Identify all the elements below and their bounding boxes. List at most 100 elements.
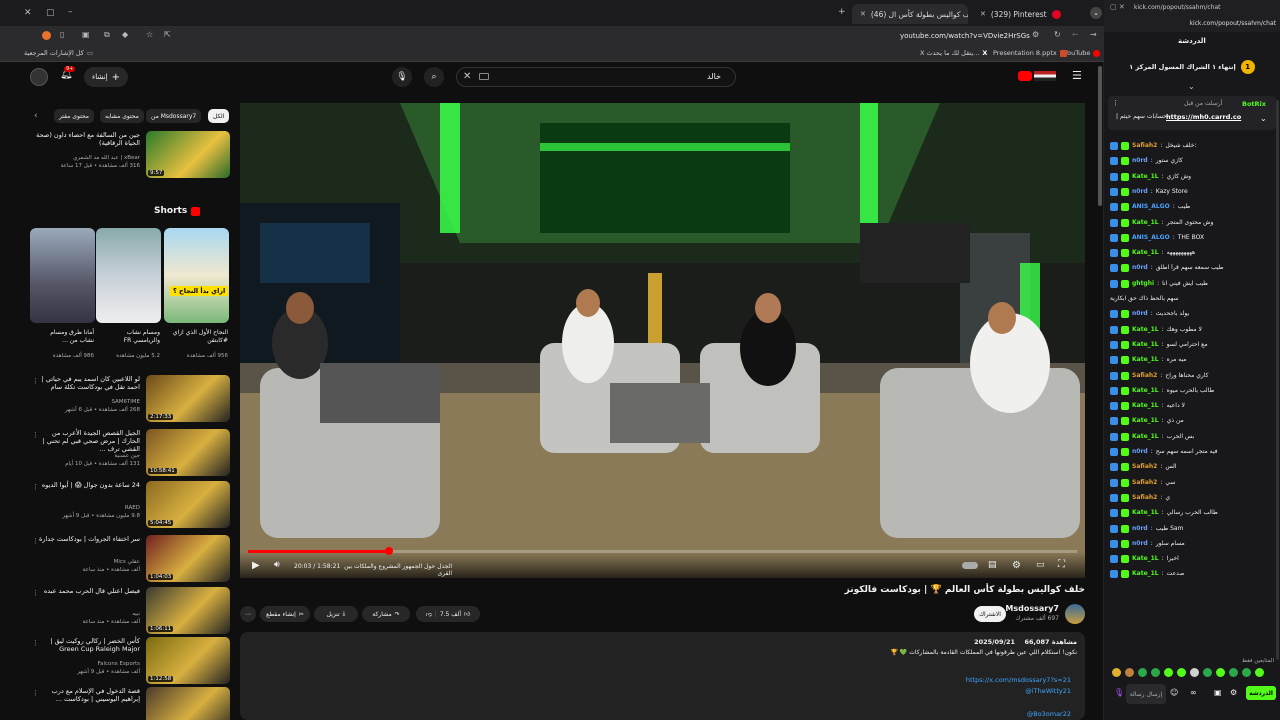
microphone-icon[interactable]: 🎙︎ [1114, 688, 1124, 697]
chip-similar-alt[interactable]: محتوى مقتر [54, 109, 94, 123]
video-thumbnail[interactable]: 1:04:03 [146, 535, 230, 582]
chevron-down-icon[interactable]: ⌄ [1260, 114, 1267, 123]
shields-icon[interactable]: ◆ [122, 30, 128, 39]
video-thumbnail[interactable]: 5:04:45 [146, 481, 230, 528]
chat-message[interactable]: Kate_1L: لا مطوب وهك [1110, 326, 1274, 334]
chat-message[interactable]: Kate_1L: ميه مره [1110, 356, 1274, 364]
more-actions-button[interactable]: ⋯ [240, 606, 256, 622]
chat-message[interactable]: n0rd: مسام سلور [1110, 540, 1274, 548]
more-icon[interactable]: ⋮ [32, 537, 39, 545]
tab-youtube[interactable]: ✕ (46) خلف كواليس بطولة كأس ال [852, 4, 968, 24]
related-video[interactable]: 5:04:45 24 ساعة بدون جوال 😱 | أيوا الديوه… [30, 481, 230, 531]
emote-icon[interactable] [1242, 668, 1251, 677]
channel-name[interactable]: xBear | عبد الله مد الشمري [32, 155, 140, 161]
chat-username[interactable]: Kate_1L [1132, 173, 1159, 181]
theater-icon[interactable]: ▭ [1036, 560, 1045, 570]
chat-message[interactable]: Kate_1L: مع احترامي لسو [1110, 341, 1274, 349]
more-icon[interactable]: ⋮ [32, 377, 39, 385]
autoplay-toggle[interactable] [962, 562, 978, 569]
bookmark-star-icon[interactable]: ☆ [146, 30, 153, 39]
restore-icon[interactable]: ▢ [46, 8, 55, 18]
emote-icon[interactable] [1216, 668, 1225, 677]
chevron-down-icon[interactable]: ⌄ [1188, 82, 1195, 91]
tune-icon[interactable]: ⚙ [1032, 30, 1039, 39]
chat-username[interactable]: Kate_1L [1132, 509, 1159, 517]
emoji-icon[interactable]: ☺ [1170, 688, 1178, 697]
link-icon[interactable]: ∞ [1190, 688, 1197, 697]
tab-close-icon[interactable]: ✕ [860, 10, 866, 18]
short-thumbnail[interactable] [96, 228, 161, 323]
volume-icon[interactable]: 🔊︎ [274, 560, 280, 570]
clip-button[interactable]: إنشاء مقطع ✂ [260, 606, 310, 622]
chat-message[interactable]: Kate_1L: هههههههههه [1110, 249, 1274, 257]
search-button[interactable]: ⌕ [424, 67, 444, 87]
channel-name[interactable]: جين عسنية [32, 453, 140, 459]
chat-username[interactable]: n0rd [1132, 448, 1148, 456]
video-thumbnail[interactable]: 2:17:33 [146, 375, 230, 422]
clear-search-icon[interactable]: ✕ [463, 71, 471, 82]
description-link[interactable]: @Bo3omar22 [1027, 710, 1071, 718]
share-button[interactable]: مشاركة ↷ [362, 606, 410, 622]
video-title[interactable]: قصة الدخول في الإسلام مع درب إبراهيم الب… [32, 687, 140, 703]
minimize-icon[interactable]: – [68, 7, 73, 17]
tab-search-icon[interactable]: ⌄ [1090, 7, 1102, 19]
video-title[interactable]: الجيل القصص الجيدة الأعرب من الحارك | مر… [32, 429, 140, 453]
window-controls-icon[interactable]: ▢ ✕ [1110, 3, 1125, 11]
bookmark-all[interactable]: كل الإشارات المرجعية ▭ [24, 49, 93, 57]
chat-username[interactable]: Kate_1L [1132, 249, 1159, 257]
emote-icon[interactable] [1164, 668, 1173, 677]
chat-message[interactable]: Kate_1L: وش محتوى المتجر [1110, 219, 1274, 227]
chat-input[interactable]: إرسال رسالة [1126, 684, 1166, 704]
chat-username[interactable]: Safiah2 [1132, 463, 1157, 471]
chat-message[interactable]: Kate_1L: اخيرا [1110, 555, 1274, 563]
chat-message[interactable]: n0rd: يولد باجحديث [1110, 310, 1274, 318]
chat-username[interactable]: Kate_1L [1132, 555, 1159, 563]
emote-icon[interactable] [1125, 668, 1134, 677]
video-thumbnail[interactable]: 1:06:11 [146, 587, 230, 634]
url-text[interactable]: youtube.com/watch?v=VDvie2HrSGs [900, 32, 1030, 40]
related-video[interactable]: 2:17:33 لو اللاعبين كان اسمد يبم في حياتي… [30, 375, 230, 425]
gift-icon[interactable]: ▣ [1214, 688, 1222, 697]
chat-username[interactable]: n0rd [1132, 264, 1148, 272]
chat-scrollbar[interactable] [1276, 100, 1279, 660]
channel-name[interactable]: عقلي Mics [32, 559, 140, 565]
video-title[interactable]: جين من السالفة مع احصاء داون (صحة الحياة… [32, 131, 140, 147]
chat-username[interactable]: ANIS_ALGO [1132, 203, 1170, 211]
subscribe-button[interactable]: الاشتراك [974, 606, 1006, 622]
chat-message[interactable]: Kate_1L: طالب الحرب رسالي [1110, 509, 1274, 517]
channel-avatar[interactable] [1065, 604, 1085, 624]
chat-username[interactable]: Kate_1L [1132, 356, 1159, 364]
like-icon[interactable]: 👍︎ [464, 610, 470, 618]
play-icon[interactable]: ▶ [252, 560, 260, 571]
like-count[interactable]: 7.5 ألف [440, 611, 461, 618]
chat-username[interactable]: Kate_1L [1132, 326, 1159, 334]
related-video[interactable]: 10:58:41 الجيل القصص الجيدة الأعرب من الح… [30, 429, 230, 479]
chat-username[interactable]: ANIS_ALGO [1132, 234, 1170, 242]
chat-username[interactable]: Kate_1L [1132, 219, 1159, 227]
pinned-goal[interactable]: إنتهاء ١ الشراك المسول المركز ١ 1 [1108, 54, 1276, 80]
short-title[interactable]: أمانا طرق ومسام نشاب من ... [34, 329, 94, 345]
chat-message[interactable]: سهم بالحظ ذاك حق ابكارية [1110, 295, 1274, 303]
chat-message[interactable]: n0rd: Kazy Store [1110, 188, 1274, 196]
chat-message[interactable]: Kate_1L: طالب بالحرب ميوه [1110, 387, 1274, 395]
bot-name[interactable]: BotRix [1242, 100, 1266, 108]
chat-message[interactable]: Safiah2: سي [1110, 479, 1274, 487]
chat-username[interactable]: n0rd [1132, 525, 1148, 533]
brave-icon[interactable] [42, 31, 51, 40]
chat-username[interactable]: Kate_1L [1132, 433, 1159, 441]
chevron-left-icon[interactable]: ‹ [34, 111, 38, 121]
chat-message[interactable]: n0rd: طيب سمعه سهم قرأ اطلق [1110, 264, 1274, 272]
back-icon[interactable]: ← [1072, 30, 1079, 39]
chat-message[interactable]: n0rd: فيه متجر اسمه سهم سح [1110, 448, 1274, 456]
channel-name[interactable]: RAED [32, 505, 140, 511]
captions-icon[interactable]: ▤ [988, 560, 997, 570]
more-icon[interactable]: ⋮ [32, 639, 39, 647]
more-icon[interactable]: ⋮ [32, 589, 39, 597]
chip-similar[interactable]: محتوى مشابه [100, 109, 144, 123]
chat-username[interactable]: n0rd [1132, 540, 1148, 548]
chat-username[interactable]: n0rd [1132, 157, 1148, 165]
related-video[interactable]: 1:12:58 كأس الخضر | ركالي روكيت ليق | Gre… [30, 637, 230, 687]
chat-message[interactable]: Kate_1L: بس الحرب [1110, 433, 1274, 441]
description-box[interactable]: 66,087 مشاهدة 2025/09/21 نكون! استكلام ا… [240, 632, 1085, 720]
bot-link[interactable]: https://mh0.carrd.co [1166, 113, 1241, 121]
